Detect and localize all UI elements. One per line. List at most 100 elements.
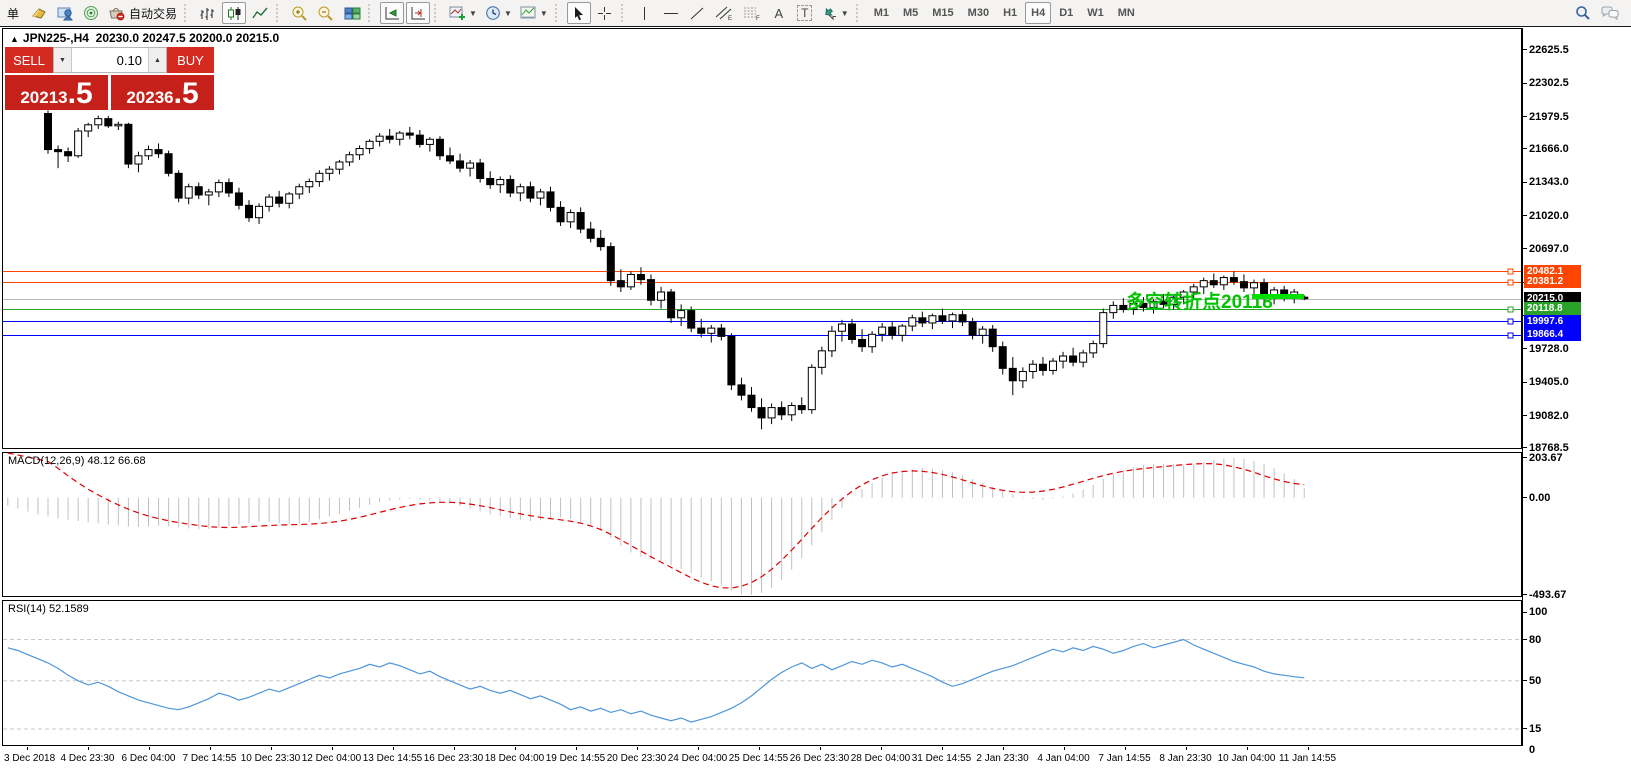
yellow-book-icon: [32, 8, 46, 19]
candle-body: [54, 149, 63, 153]
buy-price-button[interactable]: 20236.5: [111, 75, 214, 110]
toolbar-separator: [184, 4, 190, 22]
candle-body: [114, 123, 123, 127]
main-chart-canvas[interactable]: [2, 28, 1522, 449]
time-label: 31 Dec 14:55: [911, 753, 972, 764]
arrows-button[interactable]: ▼: [819, 2, 852, 24]
candle-body: [978, 328, 987, 336]
candle-body: [44, 112, 52, 151]
buy-button[interactable]: BUY: [166, 47, 214, 73]
rsi-panel[interactable]: [2, 600, 1522, 746]
search-button[interactable]: [1571, 2, 1595, 24]
time-tick-mark: [1124, 747, 1126, 750]
templates-button[interactable]: ▼: [517, 2, 551, 24]
search-icon: [1576, 6, 1590, 20]
sell-button[interactable]: SELL: [5, 47, 53, 73]
crosshair-button[interactable]: [593, 2, 617, 24]
candle-body: [938, 315, 947, 322]
timeframe-button-m5[interactable]: M5: [897, 2, 924, 24]
time-tick-mark: [575, 747, 577, 750]
zoom-in-button[interactable]: [288, 2, 312, 24]
community-button[interactable]: [1597, 2, 1623, 24]
vertical-line-button[interactable]: [633, 2, 657, 24]
dropdown-arrow-icon[interactable]: ▼: [540, 9, 548, 18]
oneclick-collapse-icon[interactable]: ▲: [10, 34, 19, 44]
candle-body: [214, 182, 223, 193]
terminal-icon[interactable]: [53, 2, 77, 24]
candle-body: [1229, 277, 1238, 283]
candlestick-chart-button[interactable]: [222, 2, 247, 24]
autotrading-button[interactable]: 自动交易: [105, 2, 180, 24]
macd-panel[interactable]: [2, 452, 1522, 597]
candle-body: [435, 138, 444, 157]
dropdown-arrow-icon[interactable]: ▼: [504, 9, 512, 18]
chart-shift-button[interactable]: [406, 2, 431, 24]
price-tick-mark: [1523, 415, 1527, 416]
channel-button[interactable]: E: [711, 2, 737, 24]
candle-body: [164, 153, 173, 174]
horizontal-line-button[interactable]: [659, 2, 683, 24]
cursor-button[interactable]: [566, 2, 591, 24]
price-tick-mark: [1523, 182, 1527, 183]
toolbar-separator: [276, 4, 282, 22]
time-label: 6 Dec 04:00: [121, 753, 176, 764]
timeframe-button-d1[interactable]: D1: [1053, 2, 1079, 24]
candle-body: [234, 192, 243, 206]
chart-annotation-text[interactable]: 多空转折点20118: [1126, 287, 1273, 314]
signals-icon[interactable]: [79, 2, 103, 24]
candle-body: [596, 237, 605, 248]
sell-price-button[interactable]: 20213.5: [5, 75, 108, 110]
trendline-button[interactable]: [685, 2, 709, 24]
zoom-out-button[interactable]: [314, 2, 338, 24]
time-label: 19 Dec 14:55: [545, 753, 606, 764]
price-axis[interactable]: 22625.5 22302.5 21979.5 21666.0 21343.0 21020…: [1522, 28, 1630, 756]
time-label: 18 Dec 04:00: [484, 753, 545, 764]
line-chart-button[interactable]: [248, 2, 272, 24]
timeframe-button-m1[interactable]: M1: [868, 2, 895, 24]
periods-button[interactable]: ▼: [482, 2, 515, 24]
timeframe-button-m15[interactable]: M15: [926, 2, 959, 24]
timeframe-button-h1[interactable]: H1: [997, 2, 1023, 24]
candle-body: [174, 172, 183, 199]
auto-scroll-button[interactable]: [380, 2, 405, 24]
candle-body: [837, 323, 846, 332]
zoom-in-icon: [292, 6, 307, 21]
dropdown-arrow-icon[interactable]: ▼: [841, 9, 849, 18]
volume-input[interactable]: 0.10: [72, 48, 148, 72]
fibonacci-button[interactable]: F: [739, 2, 765, 24]
candle-body: [888, 326, 897, 336]
trendline-icon: [690, 7, 704, 19]
volume-down-button[interactable]: ▼: [53, 48, 72, 72]
mt4-window: 单 自动交易 ▼ ▼ ▼ E F A T ▼ M1 M5 M15 M30 H1 …: [0, 0, 1631, 772]
rsi-label: RSI(14) 52.1589: [8, 603, 89, 615]
new-order-button[interactable]: 单: [1, 2, 25, 24]
candle-body: [516, 186, 525, 194]
candle-body: [375, 135, 384, 142]
line-marker: [1507, 268, 1514, 275]
volume-up-button[interactable]: ▲: [147, 48, 166, 72]
time-label: 4 Jan 04:00: [1037, 753, 1090, 764]
candle-body: [556, 206, 565, 223]
timeframe-button-w1[interactable]: W1: [1081, 2, 1110, 24]
annotation-underline-segment[interactable]: [1252, 294, 1304, 299]
rsi-frame: [2, 600, 1522, 746]
time-tick-mark: [514, 747, 516, 750]
time-label: 10 Dec 23:30: [240, 753, 301, 764]
timeframe-button-mn[interactable]: MN: [1112, 2, 1141, 24]
price-tick-mark: [1523, 116, 1527, 117]
time-axis[interactable]: 3 Dec 2018 4 Dec 23:30 6 Dec 04:00 7 Dec 14…: [2, 747, 1522, 772]
dropdown-arrow-icon[interactable]: ▼: [469, 9, 477, 18]
candle-body: [878, 326, 887, 335]
candle-body: [1069, 355, 1078, 363]
timeframe-button-m30[interactable]: M30: [962, 2, 995, 24]
candle-body: [918, 317, 927, 324]
bar-chart-button[interactable]: [196, 2, 220, 24]
timeframe-button-h4[interactable]: H4: [1025, 2, 1052, 24]
text-tool-button[interactable]: A: [767, 2, 791, 24]
candle-body: [727, 335, 736, 386]
candle-body: [395, 132, 404, 140]
indicators-button[interactable]: ▼: [446, 2, 480, 24]
market-watch-icon[interactable]: [27, 2, 51, 24]
text-label-button[interactable]: T: [793, 2, 817, 24]
tile-windows-button[interactable]: [340, 2, 364, 24]
